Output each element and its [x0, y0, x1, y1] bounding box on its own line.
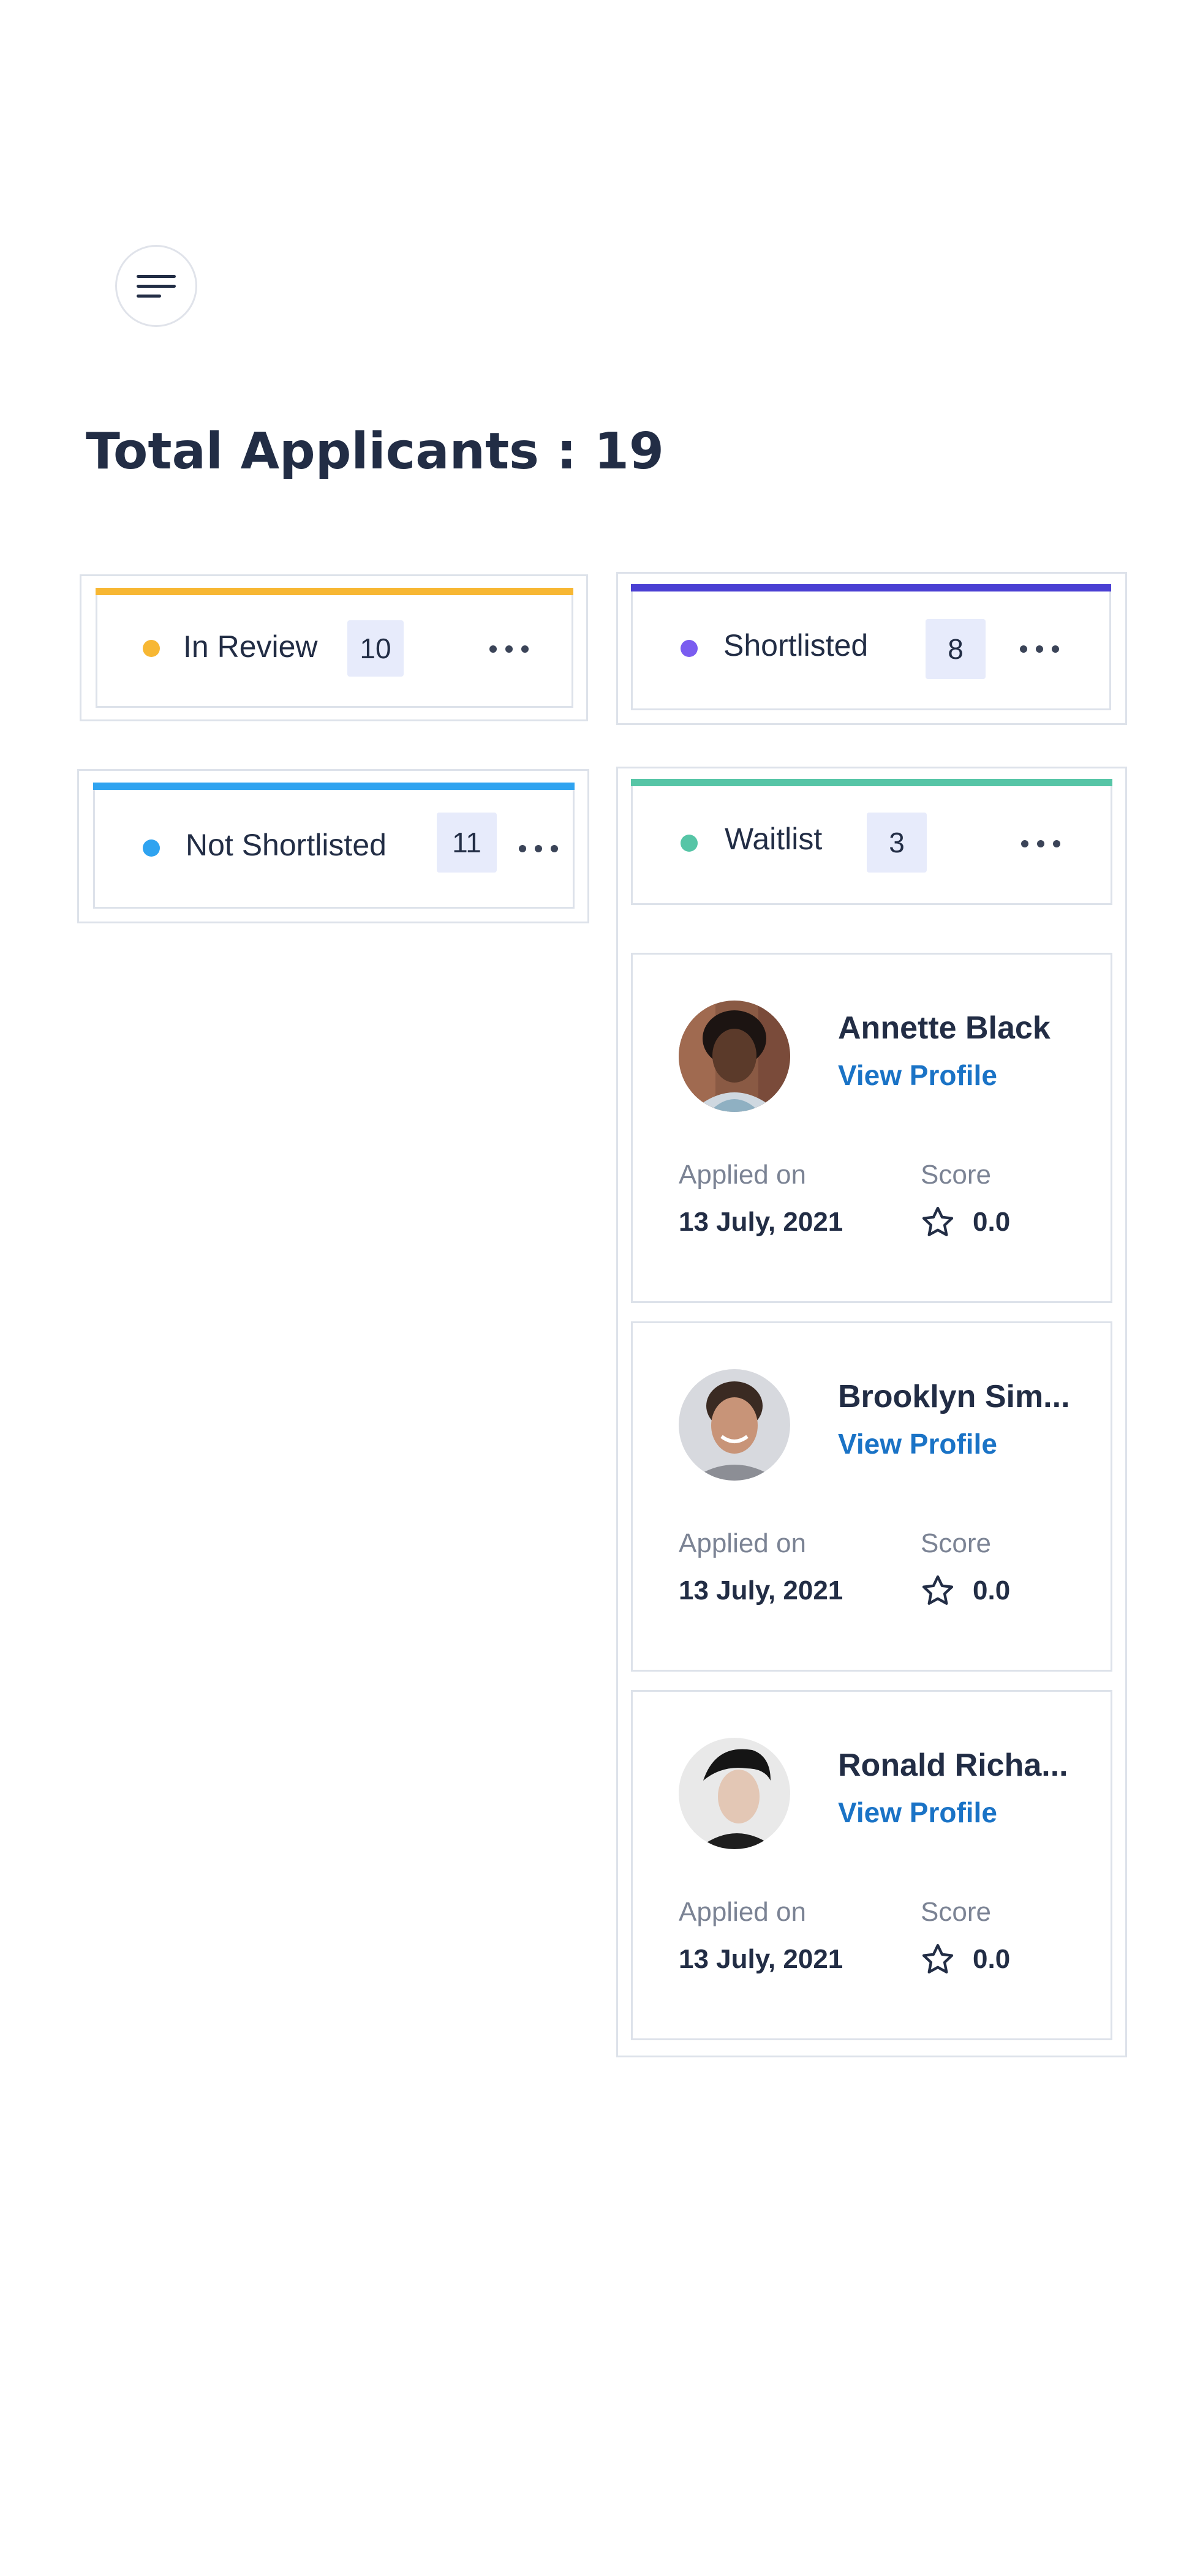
view-profile-link[interactable]: View Profile: [838, 1427, 997, 1460]
column-label: In Review: [183, 629, 318, 664]
score-value: 0.0: [973, 1207, 1011, 1237]
page-title: Total Applicants : 19: [86, 422, 664, 481]
star-icon[interactable]: [919, 1942, 956, 1977]
more-options-icon[interactable]: [489, 645, 529, 653]
column-count: 11: [437, 813, 497, 873]
column-count: 10: [347, 620, 404, 677]
menu-button[interactable]: [115, 245, 197, 327]
applicant-name: Annette Black: [838, 1010, 1051, 1046]
avatar: [679, 1001, 790, 1112]
status-dot: [143, 640, 160, 657]
applicant-card[interactable]: Brooklyn Sim... View Profile Applied on …: [631, 1321, 1112, 1672]
status-bar: [93, 783, 575, 790]
status-dot: [681, 835, 698, 852]
score-value: 0.0: [973, 1944, 1011, 1974]
status-bar: [631, 779, 1112, 786]
status-bar: [631, 584, 1111, 591]
more-options-icon[interactable]: [519, 844, 558, 853]
column-label: Shortlisted: [723, 628, 869, 663]
column-header-shortlisted: Shortlisted 8: [631, 584, 1111, 710]
column-header-in-review: In Review 10: [96, 588, 573, 708]
column-label: Waitlist: [725, 822, 823, 856]
applied-on-label: Applied on: [679, 1160, 806, 1190]
score-label: Score: [921, 1528, 991, 1558]
status-bar: [96, 588, 573, 595]
score-value: 0.0: [973, 1575, 1011, 1605]
applicant-card[interactable]: Annette Black View Profile Applied on 13…: [631, 953, 1112, 1303]
more-options-icon[interactable]: [1021, 839, 1060, 848]
applied-date: 13 July, 2021: [679, 1944, 843, 1974]
avatar: [679, 1369, 790, 1481]
avatar: [679, 1738, 790, 1849]
view-profile-link[interactable]: View Profile: [838, 1059, 997, 1092]
column-label: Not Shortlisted: [186, 828, 387, 862]
column-count: 8: [926, 619, 986, 679]
score-label: Score: [921, 1897, 991, 1927]
status-dot: [681, 640, 698, 657]
more-options-icon[interactable]: [1020, 645, 1059, 653]
applied-on-label: Applied on: [679, 1528, 806, 1558]
applied-date: 13 July, 2021: [679, 1207, 843, 1237]
star-icon[interactable]: [919, 1573, 956, 1609]
score-label: Score: [921, 1160, 991, 1190]
column-header-waitlist: Waitlist 3: [631, 779, 1112, 905]
star-icon[interactable]: [919, 1204, 956, 1240]
hamburger-icon: [137, 275, 176, 298]
applicant-name: Ronald Richa...: [838, 1748, 1068, 1783]
applicant-name: Brooklyn Sim...: [838, 1379, 1070, 1414]
column-count: 3: [867, 813, 927, 873]
status-dot: [143, 839, 160, 857]
applicant-card[interactable]: Ronald Richa... View Profile Applied on …: [631, 1690, 1112, 2040]
view-profile-link[interactable]: View Profile: [838, 1796, 997, 1829]
column-header-not-shortlisted: Not Shortlisted 11: [93, 783, 575, 909]
applied-date: 13 July, 2021: [679, 1575, 843, 1605]
applied-on-label: Applied on: [679, 1897, 806, 1927]
